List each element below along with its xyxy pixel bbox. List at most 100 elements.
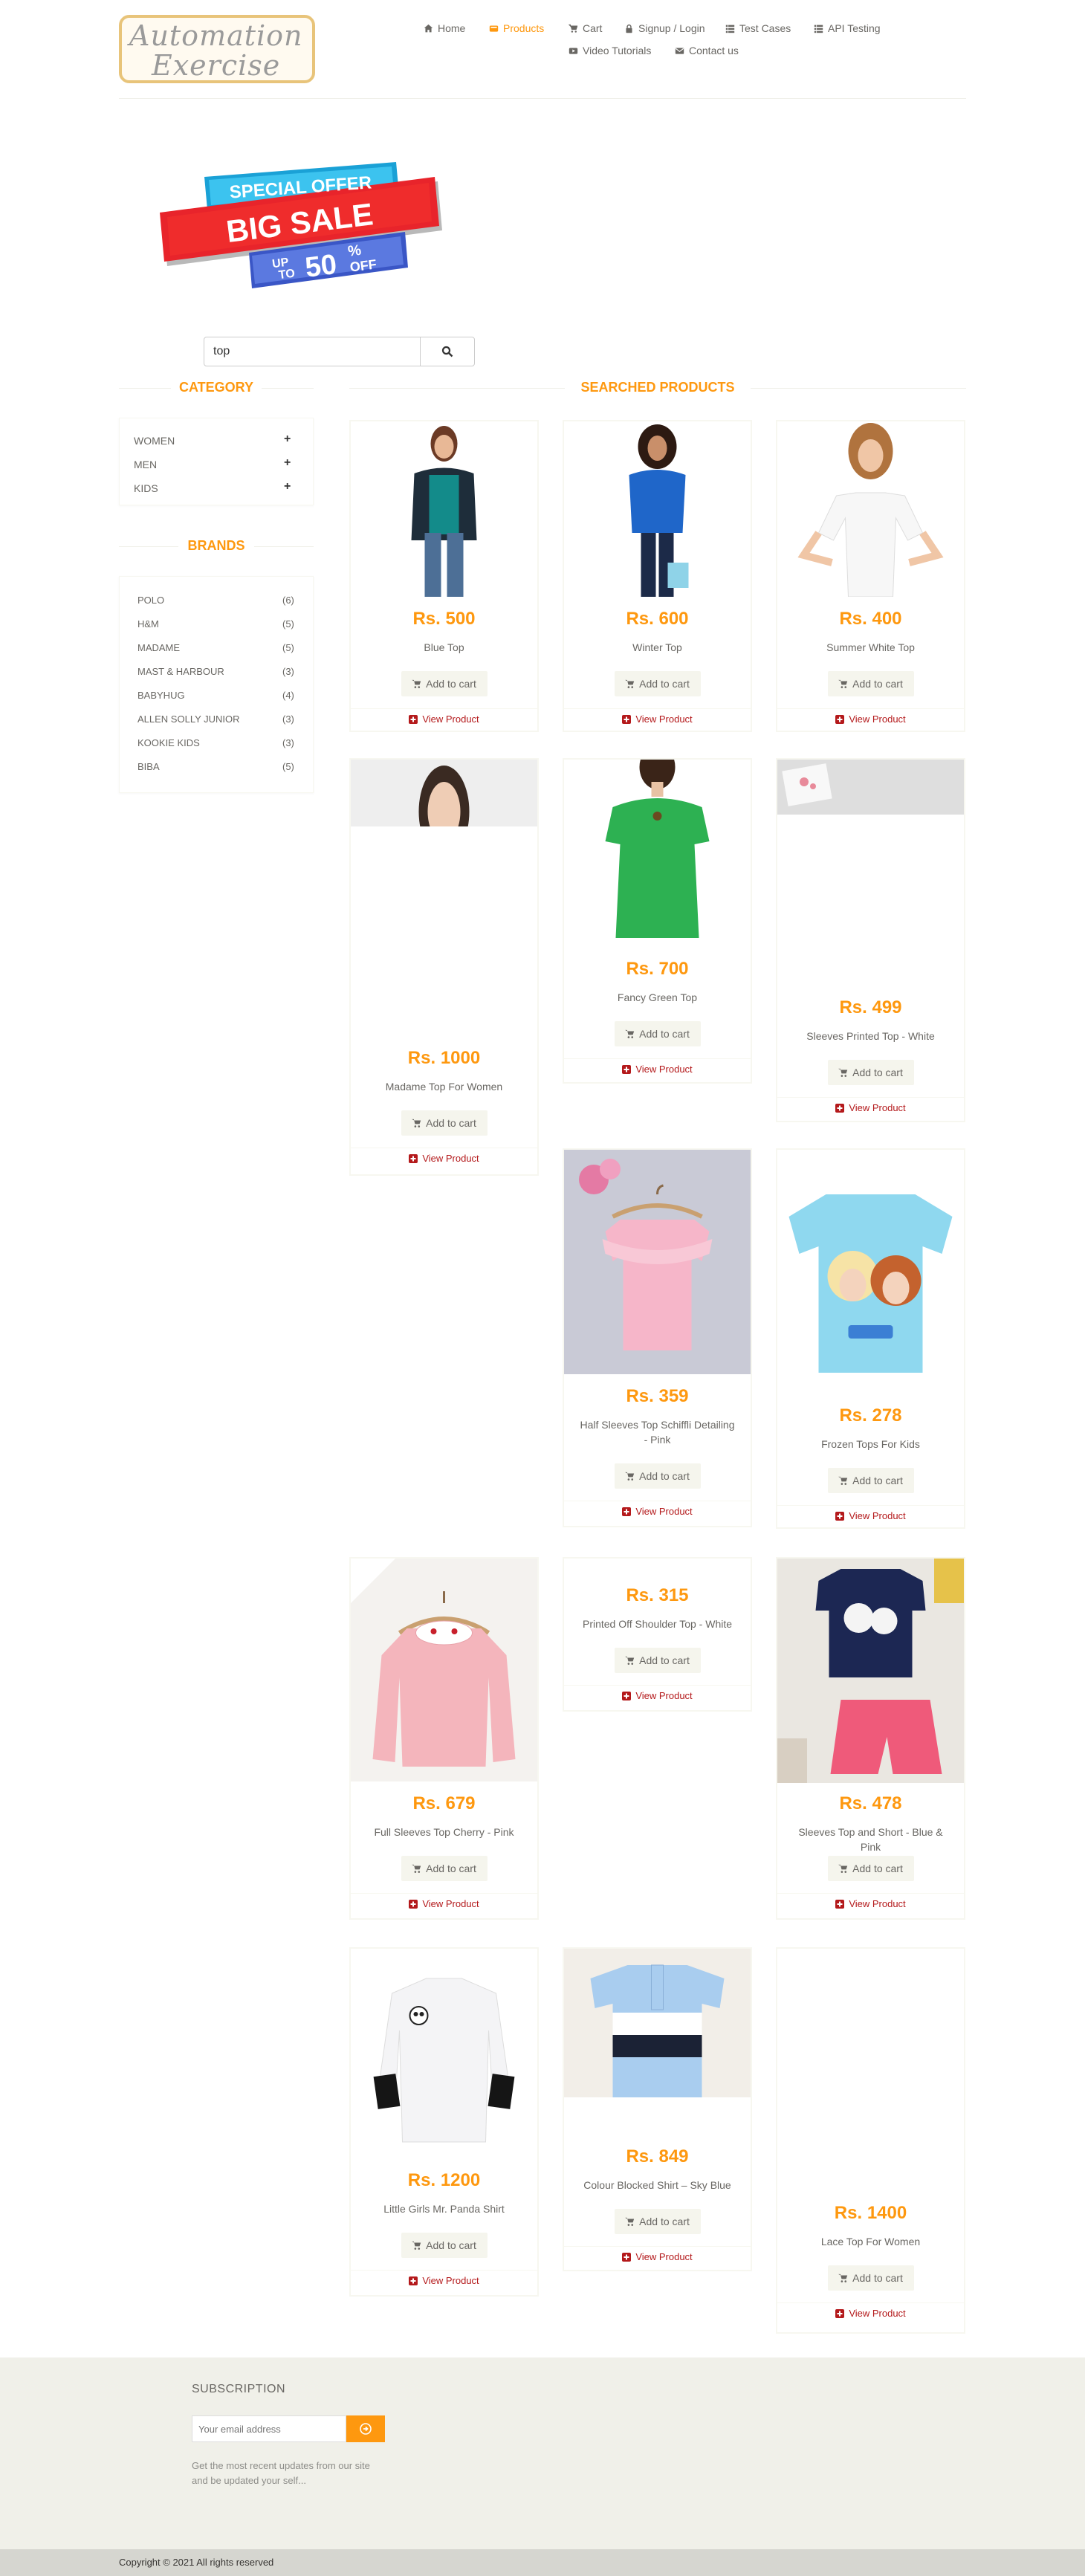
brand-item-count: (5)	[282, 618, 294, 630]
brand-item-name[interactable]: Biba	[137, 761, 160, 772]
nav-cart[interactable]: Cart	[569, 22, 602, 34]
add-to-cart-button[interactable]: Add to cart	[401, 1110, 488, 1136]
product-price: Rs. 679	[412, 1793, 476, 1813]
add-to-cart-button[interactable]: Add to cart	[401, 1856, 488, 1881]
category-kids[interactable]: Kids	[134, 482, 158, 494]
nav-video-tutorials[interactable]: Video Tutorials	[569, 45, 651, 56]
nav-test-cases[interactable]: Test Cases	[725, 22, 791, 34]
site-logo[interactable]: Automation Exercise	[119, 15, 315, 83]
card-divider	[564, 708, 751, 709]
subscription-title: Subscription	[192, 2383, 286, 2395]
view-product-link[interactable]: View Product	[564, 1064, 751, 1075]
product-card: Rs. 1200 Little Girls Mr. Panda Shirt Add …	[349, 1947, 539, 2297]
add-to-cart-button[interactable]: Add to cart	[614, 1463, 701, 1489]
plus-icon[interactable]: +	[284, 433, 291, 446]
product-card: Rs. 1400 Lace Top For Women Add to cart Vie…	[776, 1947, 965, 2334]
list-icon	[814, 25, 823, 33]
cart-icon	[838, 1476, 848, 1485]
subscribe-button[interactable]	[346, 2415, 385, 2442]
brand-item-name[interactable]: Madame	[137, 642, 180, 653]
nav-contact-us[interactable]: Contact us	[675, 45, 739, 56]
plus-square-icon	[409, 1899, 418, 1909]
product-price: Rs. 1400	[834, 2203, 907, 2223]
product-price: Rs. 849	[626, 2146, 689, 2166]
product-image	[777, 421, 964, 597]
brand-item-name[interactable]: Allen Solly Junior	[137, 713, 240, 725]
view-product-label: View Product	[849, 1898, 906, 1909]
cart-icon	[412, 2241, 421, 2250]
brands-title: Brands	[178, 538, 254, 554]
product-name: Full Sleeves Top Cherry - Pink	[374, 1826, 514, 1838]
brand-item-count: (3)	[282, 737, 294, 748]
footer-widget	[0, 2357, 1085, 2549]
add-to-cart-button[interactable]: Add to cart	[401, 671, 488, 696]
add-to-cart-button[interactable]: Add to cart	[614, 1648, 701, 1673]
product-name: Colour Blocked Shirt – Sky Blue	[583, 2179, 731, 2191]
view-product-link[interactable]: View Product	[564, 1690, 751, 1701]
category-women[interactable]: Women	[134, 435, 175, 447]
add-to-cart-button[interactable]: Add to cart	[827, 1468, 914, 1493]
view-product-link[interactable]: View Product	[351, 713, 537, 725]
product-card: Rs. 359 Half Sleeves Top Schiffli Detaili…	[563, 1148, 752, 1527]
brand-item-name[interactable]: H&M	[137, 618, 159, 630]
view-product-link[interactable]: View Product	[777, 713, 964, 725]
arrow-circle-right-icon	[360, 2423, 372, 2435]
add-to-cart-label: Add to cart	[426, 1117, 476, 1129]
product-image	[777, 760, 964, 815]
view-product-link[interactable]: View Product	[564, 2251, 751, 2262]
product-name: Sleeves Printed Top - White	[806, 1030, 935, 1042]
cart-icon	[625, 1029, 635, 1038]
home-icon	[424, 24, 433, 32]
brand-item-count: (5)	[282, 642, 294, 653]
product-image	[351, 1559, 537, 1781]
add-to-cart-button[interactable]: Add to cart	[827, 671, 914, 696]
nav-products[interactable]: Products	[489, 22, 544, 34]
view-product-link[interactable]: View Product	[564, 1506, 751, 1517]
search-input[interactable]	[204, 337, 421, 366]
view-product-label: View Product	[422, 713, 479, 725]
view-product-link[interactable]: View Product	[564, 713, 751, 725]
plus-square-icon	[622, 2252, 632, 2262]
brand-item-name[interactable]: Mast & Harbour	[137, 666, 224, 677]
brand-item-name[interactable]: Polo	[137, 595, 164, 606]
nav-signup-login[interactable]: Signup / Login	[624, 22, 705, 34]
view-product-label: View Product	[635, 1690, 693, 1701]
card-divider	[351, 708, 537, 709]
plus-icon[interactable]: +	[284, 456, 291, 470]
product-name: Printed Off Shoulder Top - White	[582, 1618, 733, 1630]
plus-square-icon	[622, 714, 632, 724]
product-name: Sleeves Top and Short - Blue & Pink	[798, 1826, 943, 1853]
product-price: Rs. 600	[626, 609, 689, 629]
search-button[interactable]	[420, 337, 475, 366]
product-card: Rs. 400 Summer White Top Add to cart View P…	[776, 420, 965, 732]
view-product-link[interactable]: View Product	[777, 1898, 964, 1909]
banner-fifty: 50	[303, 249, 338, 284]
add-to-cart-button[interactable]: Add to cart	[827, 1060, 914, 1085]
nav-api-testing[interactable]: API Testing	[814, 22, 881, 34]
view-product-link[interactable]: View Product	[351, 1153, 537, 1164]
lock-icon	[626, 24, 632, 33]
view-product-link[interactable]: View Product	[777, 1510, 964, 1521]
add-to-cart-button[interactable]: Add to cart	[401, 2233, 488, 2258]
view-product-link[interactable]: View Product	[351, 1898, 537, 1909]
add-to-cart-button[interactable]: Add to cart	[827, 2265, 914, 2291]
subscribe-email-input[interactable]	[192, 2415, 346, 2442]
view-product-link[interactable]: View Product	[351, 2275, 537, 2286]
plus-square-icon	[622, 1507, 632, 1516]
category-men[interactable]: Men	[134, 459, 157, 470]
plus-icon[interactable]: +	[284, 480, 291, 493]
list-icon	[725, 25, 735, 33]
view-product-link[interactable]: View Product	[777, 1102, 964, 1113]
add-to-cart-button[interactable]: Add to cart	[614, 671, 701, 696]
add-to-cart-button[interactable]: Add to cart	[614, 2209, 701, 2234]
plus-square-icon	[409, 2276, 418, 2285]
add-to-cart-button[interactable]: Add to cart	[614, 1021, 701, 1046]
view-product-link[interactable]: View Product	[777, 2308, 964, 2319]
product-price: Rs. 1200	[407, 2170, 481, 2190]
nav-home[interactable]: Home	[424, 22, 465, 34]
product-price: Rs. 499	[839, 997, 902, 1017]
brand-item-name[interactable]: Kookie Kids	[137, 737, 200, 748]
brand-item-name[interactable]: Babyhug	[137, 690, 185, 701]
card-divider	[351, 1893, 537, 1894]
add-to-cart-button[interactable]: Add to cart	[827, 1856, 914, 1881]
